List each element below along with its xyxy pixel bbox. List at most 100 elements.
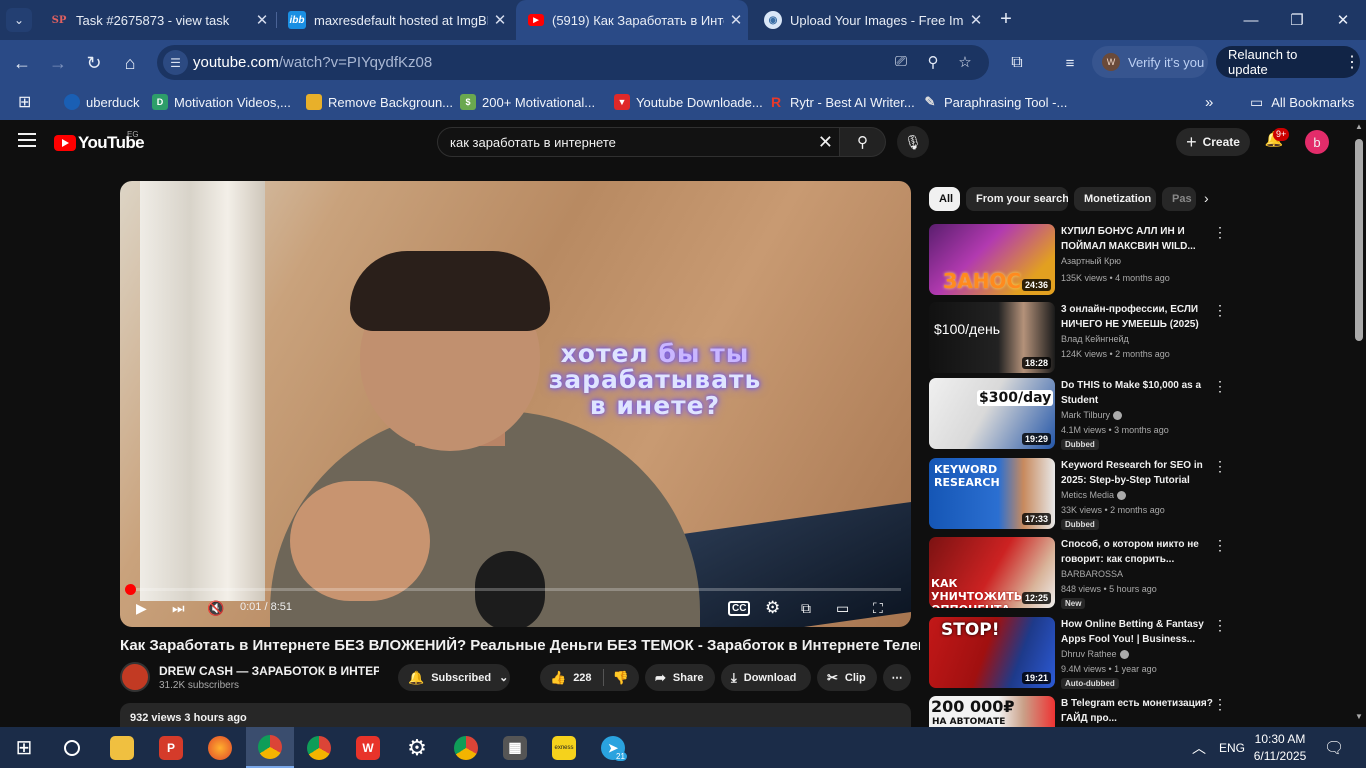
next-button[interactable]: ⏭ [172,598,185,618]
dislike-icon[interactable]: 👎 [613,670,629,686]
progress-bar[interactable] [130,588,901,591]
tray-overflow-button[interactable]: ︿ [1192,727,1206,768]
channel-avatar[interactable] [120,662,150,692]
back-button[interactable]: ← [9,50,35,76]
minimize-button[interactable]: — [1228,0,1274,40]
verify-button[interactable]: W Verify it's you [1092,46,1208,78]
video-player[interactable]: хотел бы ты зарабатывать в инете? ▶ ⏭ 🔇 … [120,181,911,627]
thumbnail[interactable]: ЗАНОС 24:36 [929,224,1055,295]
miniplayer-button[interactable]: ⧉ [801,598,811,618]
mute-button[interactable]: 🔇 [207,598,224,618]
thumbnail[interactable]: $100/день 18:28 [929,302,1055,373]
site-info-icon[interactable]: ☰ [163,50,188,75]
more-icon[interactable]: ⋮ [1213,224,1227,241]
tab-imgbb[interactable]: ibb maxresdefault hosted at ImgBB ✕ [276,0,512,40]
rec-channel-row[interactable]: Dhruv Rathee [1061,649,1129,660]
home-button[interactable]: ⌂ [117,50,143,76]
list-item[interactable]: 200 000₽ НА АВТОМАТЕ В Telegram есть мон… [929,696,1221,727]
address-bar[interactable]: ☰ youtube.com/watch?v=PIYqydfKz08 ⎚ ⚲ ☆ [157,45,989,80]
rec-channel-row[interactable]: Metics Media [1061,490,1127,501]
rec-channel-row[interactable]: Mark Tilbury [1061,410,1123,421]
list-item[interactable]: STOP! 19:21 How Online Betting & Fantasy… [929,617,1227,689]
more-icon[interactable]: ⋮ [1213,696,1221,713]
list-item[interactable]: KEYWORD RESEARCH 17:33 Keyword Research … [929,458,1227,530]
all-bookmarks-button[interactable]: ▭ All Bookmarks [1250,92,1354,112]
scroll-thumb[interactable] [1355,139,1363,341]
taskbar-app-p[interactable]: P [147,727,195,768]
scroll-up-icon[interactable]: ▲ [1355,122,1363,131]
bookmark-rytr[interactable]: R Rytr - Best AI Writer... [768,92,915,112]
zoom-icon[interactable]: ⚲ [923,53,943,73]
bookmark-remove-bg[interactable]: Remove Backgroun... [306,92,453,112]
thumbnail[interactable]: KEYWORD RESEARCH 17:33 [929,458,1055,529]
tab-upload[interactable]: ◉ Upload Your Images - Free Imag ✕ [752,0,988,40]
forward-button[interactable]: → [45,50,71,76]
more-icon[interactable]: ⋮ [1213,302,1227,319]
channel-name[interactable]: DREW CASH — ЗАРАБОТОК В ИНТЕР... [159,664,379,678]
close-icon[interactable]: ✕ [724,11,748,29]
thumbnail[interactable]: $300/day 19:29 [929,378,1055,449]
taskbar-chrome-profile[interactable] [246,727,294,768]
chevron-right-icon[interactable]: › [1204,190,1209,206]
list-item[interactable]: КАК УНИЧТОЖИТЬ ОППОНЕНТА 12:25 Способ, о… [929,537,1227,609]
new-tab-button[interactable]: + [994,8,1018,32]
restore-button[interactable]: ❐ [1274,0,1320,40]
media-control-button[interactable]: ≡ [1057,50,1083,76]
like-icon[interactable]: 👍 [550,670,566,686]
rec-title[interactable]: В Telegram есть монетизация? ГАЙД про... [1061,696,1213,726]
extensions-button[interactable]: ⧉ [1004,50,1030,76]
search-input[interactable]: как заработать в интернете ✕ [437,127,840,157]
bookmark-motivation[interactable]: D Motivation Videos,... [152,92,291,112]
play-button[interactable]: ▶ [136,598,147,618]
menu-icon[interactable] [18,133,36,147]
bookmark-yt-downloader[interactable]: ▼ Youtube Downloade... [614,92,763,112]
close-icon[interactable]: ✕ [488,11,512,29]
chip-all[interactable]: All [929,187,960,211]
url-text[interactable]: youtube.com/watch?v=PIYqydfKz08 [193,54,432,71]
start-button[interactable]: ⊞ [0,727,48,768]
settings-button[interactable]: ⚙ [765,598,780,618]
rec-title[interactable]: Keyword Research for SEO in 2025: Step-b… [1061,458,1213,488]
language-indicator[interactable]: ENG [1219,727,1245,768]
cortana-button[interactable] [48,727,96,768]
tab-task[interactable]: SP Task #2675873 - view task ✕ [38,0,274,40]
reload-button[interactable]: ↻ [81,50,107,76]
taskbar-calculator[interactable]: ▦ [491,727,539,768]
rec-channel[interactable]: BARBAROSSA [1061,569,1123,579]
taskbar-exness[interactable]: exness [540,727,588,768]
taskbar-chrome[interactable] [295,727,343,768]
thumbnail[interactable]: STOP! 19:21 [929,617,1055,688]
captions-button[interactable]: CC [728,598,751,618]
chip-monetization[interactable]: Monetization [1074,187,1156,211]
voice-search-button[interactable]: 🎙 [897,126,929,158]
chip-from-search[interactable]: From your search [966,187,1068,211]
list-item[interactable]: ЗАНОС 24:36 КУПИЛ БОНУС АЛЛ ИН И ПОЙМАЛ … [929,224,1227,296]
apps-button[interactable]: ⊞ [18,92,31,112]
share-button[interactable]: ➦ Share [645,664,715,691]
thumbnail[interactable]: КАК УНИЧТОЖИТЬ ОППОНЕНТА 12:25 [929,537,1055,608]
taskbar-settings[interactable]: ⚙ [393,727,441,768]
more-icon[interactable]: ⋮ [1213,378,1227,395]
taskbar-file-explorer[interactable] [98,727,146,768]
bookmarks-overflow-button[interactable]: » [1205,92,1213,112]
rec-title[interactable]: How Online Betting & Fantasy Apps Fool Y… [1061,617,1213,647]
download-button[interactable]: ⤓ Download [721,664,811,691]
install-app-icon[interactable]: ⎚ [891,53,911,73]
tab-youtube[interactable]: ▶ (5919) Как Заработать в Интер ✕ [516,0,748,40]
action-center-button[interactable]: 🗨 [1324,727,1344,768]
taskbar-telegram[interactable]: ➤ 21 [589,727,637,768]
create-button[interactable]: + Create [1176,128,1250,156]
list-item[interactable]: $300/day 19:29 Do THIS to Make $10,000 a… [929,378,1227,450]
close-icon[interactable]: ✕ [250,11,274,29]
more-icon[interactable]: ⋮ [1213,537,1227,554]
taskbar-chrome-2[interactable] [442,727,490,768]
clear-search-icon[interactable]: ✕ [818,132,833,153]
bookmark-uberduck[interactable]: uberduck [64,92,139,112]
youtube-logo[interactable]: YouTube EG [54,130,145,153]
rec-title[interactable]: 3 онлайн-профессии, ЕСЛИ НИЧЕГО НЕ УМЕЕШ… [1061,302,1213,332]
rec-title[interactable]: Способ, о котором никто не говорит: как … [1061,537,1213,567]
more-icon[interactable]: ⋮ [1213,617,1227,634]
rec-channel[interactable]: Влад Кейнгнейд [1061,334,1129,344]
bookmark-paraphrasing[interactable]: ✎ Paraphrasing Tool -... [922,92,1068,112]
scroll-down-icon[interactable]: ▼ [1355,712,1363,721]
